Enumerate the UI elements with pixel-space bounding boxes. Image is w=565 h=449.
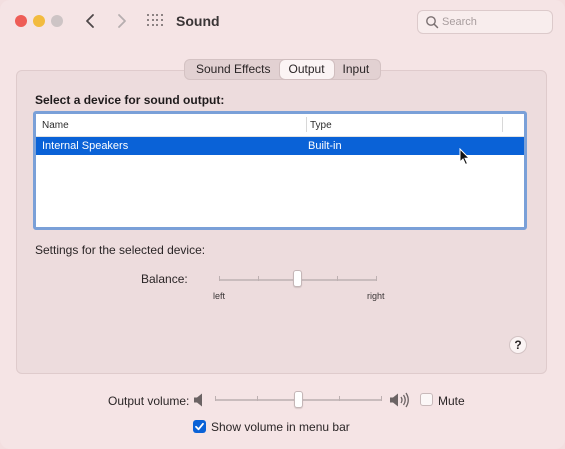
show-all-grid-icon[interactable] — [147, 14, 163, 28]
device-settings-label: Settings for the selected device: — [35, 243, 206, 257]
forward-button[interactable] — [110, 10, 132, 32]
tab-sound-effects[interactable]: Sound Effects — [187, 60, 280, 79]
close-button[interactable] — [15, 15, 27, 27]
column-header-name[interactable]: Name — [42, 120, 69, 131]
back-button[interactable] — [80, 10, 102, 32]
mute-checkbox[interactable] — [420, 393, 433, 406]
help-button[interactable]: ? — [509, 336, 527, 354]
slider-tick — [339, 396, 340, 401]
window-title: Sound — [176, 13, 220, 29]
device-type-cell: Built-in — [308, 140, 342, 152]
output-device-table[interactable]: Name Type Internal Speakers Built-in — [33, 111, 527, 230]
tab-input[interactable]: Input — [334, 60, 379, 79]
balance-left-label: left — [213, 291, 226, 301]
device-name-cell: Internal Speakers — [42, 140, 129, 152]
sound-preferences-window: Sound Sound Effects Output Input Select … — [0, 0, 565, 449]
slider-tick — [337, 276, 338, 281]
chevron-left-icon — [86, 14, 94, 28]
speaker-high-icon — [390, 392, 409, 408]
tab-bar: Sound Effects Output Input — [184, 59, 382, 80]
table-row[interactable]: Internal Speakers Built-in — [36, 137, 524, 155]
zoom-button[interactable] — [51, 15, 63, 27]
show-volume-in-menu-bar-label: Show volume in menu bar — [211, 420, 350, 434]
speaker-low-icon — [194, 393, 202, 407]
search-icon — [426, 16, 439, 29]
column-divider — [306, 117, 307, 132]
show-volume-in-menu-bar-checkbox[interactable] — [193, 420, 206, 433]
search-field[interactable] — [417, 10, 553, 34]
slider-tick — [258, 276, 259, 281]
search-input[interactable] — [442, 13, 546, 31]
chevron-right-icon — [118, 14, 126, 28]
slider-tick — [376, 276, 377, 281]
checkmark-icon — [195, 422, 204, 431]
slider-tick — [219, 276, 220, 281]
slider-tick — [257, 396, 258, 401]
slider-tick — [215, 396, 216, 401]
slider-tick — [381, 396, 382, 401]
mouse-pointer-icon — [459, 148, 471, 166]
title-bar: Sound — [0, 0, 565, 44]
tab-output[interactable]: Output — [279, 60, 334, 79]
output-volume-label: Output volume: — [108, 394, 190, 408]
column-header-type[interactable]: Type — [310, 120, 332, 131]
balance-label: Balance: — [141, 272, 188, 286]
balance-right-label: right — [367, 291, 385, 301]
balance-slider-knob[interactable] — [293, 270, 302, 287]
output-device-heading: Select a device for sound output: — [35, 93, 225, 107]
column-divider — [502, 117, 503, 132]
table-header: Name Type — [36, 114, 524, 137]
mute-label: Mute — [438, 394, 465, 408]
output-volume-knob[interactable] — [294, 391, 303, 408]
minimize-button[interactable] — [33, 15, 45, 27]
